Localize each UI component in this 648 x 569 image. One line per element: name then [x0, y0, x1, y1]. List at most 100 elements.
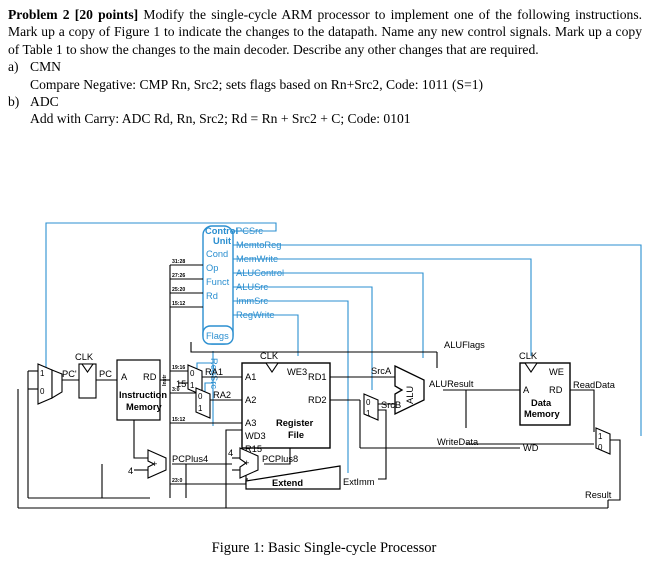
- ra1-label: RA1: [205, 367, 223, 377]
- instr-bus-label: Instr: [162, 375, 168, 386]
- pcplus8-label: PCPlus8: [262, 454, 298, 464]
- ra2-mux-input-1: 1: [198, 404, 203, 413]
- srcb-mux-input-1: 1: [366, 409, 371, 418]
- control-port-funct: Funct: [206, 277, 230, 287]
- const-15: 15: [176, 379, 186, 389]
- control-signal-routing: [45, 222, 642, 473]
- problem-item-list: a) CMN Compare Negative: CMP Rn, Src2; s…: [8, 58, 642, 128]
- regfile-port-a2: A2: [245, 395, 256, 405]
- adder-plus-sign-2: +: [244, 458, 249, 468]
- writedata-label: WriteData: [437, 437, 479, 447]
- ra1-mux-input-0: 0: [190, 369, 195, 378]
- item-title-b: ADC: [30, 94, 59, 110]
- bits-cond: 31:28: [172, 259, 185, 265]
- item-marker-b: b): [8, 94, 20, 110]
- bits-a3: 15:12: [172, 417, 185, 423]
- result-label: Result: [585, 490, 612, 500]
- alu-label: ALU: [405, 386, 415, 404]
- extimm-label: ExtImm: [343, 477, 375, 487]
- signal-label-pcsrc: PCSrc: [236, 226, 263, 236]
- figure-caption: Figure 1: Basic Single-cycle Processor: [211, 540, 437, 556]
- pc-source-mux: 1 0: [37, 363, 63, 405]
- regfile-port-a3: A3: [245, 418, 256, 428]
- srcb-mux-input-0: 0: [366, 398, 371, 407]
- ra2-mux-input-0: 0: [198, 392, 203, 401]
- alu-block: ALU SrcA SrcB ALUFlags ALUResult WriteDa…: [371, 340, 485, 447]
- register-file-block: CLK A1 A2 A3 WD3 R15 WE3 RD1 RD2 Registe…: [241, 351, 331, 454]
- control-port-op: Op: [206, 263, 218, 273]
- const-4-b: 4: [228, 448, 233, 458]
- pcplus8-adder: + 4 PCPlus8: [228, 447, 298, 479]
- clk-label-pc: CLK: [75, 352, 94, 362]
- control-unit-label-line2: Unit: [213, 236, 231, 246]
- list-item-detail: Add with Carry: ADC Rd, Rn, Src2; Rd = R…: [8, 110, 642, 127]
- bits-imm: 23:0: [172, 478, 182, 484]
- instruction-memory-block: A RD Instruction Memory Instr: [116, 359, 168, 421]
- const-4-a: 4: [128, 466, 133, 476]
- bits-op: 27:26: [172, 273, 185, 279]
- extend-label: Extend: [272, 478, 303, 488]
- srcb-label: SrcB: [381, 400, 401, 410]
- pc-label: PC: [99, 369, 112, 379]
- regfile-port-rd1: RD1: [308, 372, 327, 382]
- extend-block: Extend ExtImm: [245, 465, 375, 490]
- srca-label: SrcA: [371, 366, 392, 376]
- adder-plus-sign-1: +: [152, 459, 157, 469]
- result-mux: 1 0 Result: [585, 427, 612, 500]
- signal-label-alusrc: ALUSrc: [236, 282, 268, 292]
- dmem-port-rd: RD: [549, 385, 563, 395]
- control-port-cond: Cond: [206, 249, 228, 259]
- clk-label-dmem: CLK: [519, 351, 538, 361]
- pc-next-label: PC': [62, 369, 77, 379]
- problem-paragraph: Problem 2 [20 points] Modify the single-…: [8, 6, 642, 58]
- item-detail-b: Add with Carry: ADC Rd, Rn, Src2; Rd = R…: [30, 111, 411, 127]
- regfile-label-line2: File: [288, 430, 304, 440]
- figure-datapath-diagram: Control Unit Cond Op Funct Rd Flags PCSr…: [0, 208, 648, 538]
- item-title-a: CMN: [30, 59, 61, 75]
- signal-label-memwrite: MemWrite: [236, 254, 278, 264]
- page-root: Problem 2 [20 points] Modify the single-…: [0, 0, 648, 569]
- signal-label-memtoreg: MemtoReg: [236, 240, 281, 250]
- imem-port-a: A: [121, 372, 128, 382]
- imem-label-line2: Memory: [126, 402, 162, 412]
- signal-label-immsrc: ImmSrc: [236, 296, 268, 306]
- aluresult-label: ALUResult: [429, 379, 474, 389]
- regfile-port-a1: A1: [245, 372, 256, 382]
- dmem-port-we: WE: [549, 367, 564, 377]
- pcplus4-label: PCPlus4: [172, 454, 208, 464]
- dmem-label-line1: Data: [531, 398, 552, 408]
- dmem-label-line2: Memory: [524, 409, 560, 419]
- flags-label: Flags: [206, 331, 229, 341]
- bits-rd: 15:12: [172, 301, 185, 307]
- control-port-rd: Rd: [206, 291, 218, 301]
- item-detail-a: Compare Negative: CMP Rn, Src2; sets fla…: [30, 76, 484, 92]
- control-unit-label-line1: Control: [205, 226, 238, 236]
- list-item: a) CMN: [8, 58, 642, 75]
- result-mux-input-0: 0: [598, 443, 603, 452]
- imem-port-rd: RD: [143, 372, 157, 382]
- clk-label-regfile: CLK: [260, 351, 279, 361]
- srcb-mux: 0 1: [363, 393, 379, 421]
- ra1-mux-input-1: 1: [190, 381, 195, 390]
- imem-label-line1: Instruction: [119, 390, 167, 400]
- problem-statement: Problem 2 [20 points] Modify the single-…: [8, 6, 642, 128]
- item-marker-a: a): [8, 59, 19, 75]
- result-mux-input-1: 1: [598, 432, 603, 441]
- signal-label-regwrite: RegWrite: [236, 310, 275, 320]
- aluflags-label: ALUFlags: [444, 340, 485, 350]
- list-item: b) ADC: [8, 93, 642, 110]
- regfile-port-rd2: RD2: [308, 395, 327, 405]
- signal-label-alucontrol: ALUControl: [236, 268, 284, 278]
- readdata-label: ReadData: [573, 380, 616, 390]
- regfile-port-we3: WE3: [287, 367, 307, 377]
- regfile-label-line1: Register: [276, 418, 314, 428]
- pc-register: CLK PC' PC: [62, 352, 112, 399]
- list-item-detail: Compare Negative: CMP Rn, Src2; sets fla…: [8, 76, 642, 93]
- bits-ra1: 19:16: [172, 365, 185, 371]
- regfile-port-wd3: WD3: [245, 431, 266, 441]
- problem-heading: Problem 2 [20 points]: [8, 7, 139, 22]
- mux-input-label-0: 0: [40, 387, 45, 396]
- ra2-label: RA2: [213, 390, 231, 400]
- mux-input-label-1: 1: [40, 369, 45, 378]
- bits-funct: 25:20: [172, 287, 185, 293]
